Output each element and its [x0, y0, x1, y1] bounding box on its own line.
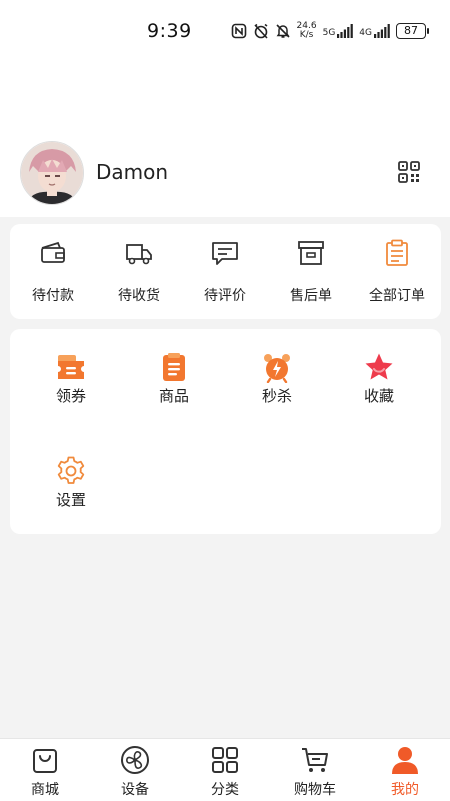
wallet-icon [41, 241, 65, 263]
qr-code-icon[interactable] [398, 161, 420, 183]
coupon-icon [58, 355, 84, 379]
tool-settings[interactable]: 设置 [21, 455, 121, 515]
tool-products[interactable]: 商品 [124, 351, 224, 411]
signal-4g: 4G [359, 24, 390, 38]
net-speed: 24.6 K/s [296, 21, 317, 40]
bottom-tab-bar: 商城 设备 分类 购物车 我的 [0, 738, 450, 801]
alarm-clock-icon [264, 354, 290, 383]
tab-label: 商城 [31, 782, 59, 798]
order-pending-review[interactable]: 待评价 [182, 238, 268, 310]
star-icon [365, 353, 393, 380]
tool-label: 设置 [55, 491, 86, 509]
truck-icon [126, 244, 152, 265]
tool-coupons[interactable]: 领券 [21, 351, 121, 411]
user-icon [392, 747, 418, 774]
clipboard-icon [386, 239, 408, 266]
cart-icon [302, 748, 328, 772]
order-label: 待付款 [32, 288, 74, 304]
status-bar: 9:39 24.6 K/s 5G 4G 87 [0, 0, 450, 64]
archive-box-icon [298, 241, 324, 265]
tab-mine[interactable]: 我的 [360, 745, 450, 801]
order-pending-payment[interactable]: 待付款 [10, 238, 96, 310]
tool-favorites[interactable]: 收藏 [329, 351, 429, 411]
order-all[interactable]: 全部订单 [354, 238, 440, 310]
shopping-bag-icon [33, 749, 57, 773]
tool-label: 收藏 [363, 387, 394, 405]
username[interactable]: Damon [96, 160, 168, 184]
tool-label: 秒杀 [261, 387, 292, 405]
signal-bars-icon [374, 24, 390, 38]
order-pending-receipt[interactable]: 待收货 [96, 238, 182, 310]
orders-card: 待付款 待收货 待评价 售后单 全部订单 [10, 224, 441, 319]
alarm-off-icon [253, 23, 268, 39]
comment-icon [212, 242, 238, 265]
order-label: 售后单 [290, 288, 332, 304]
fan-icon [121, 746, 149, 774]
tab-mall[interactable]: 商城 [0, 745, 90, 801]
services-card: 领券 商品 秒杀 收藏 设置 [10, 329, 441, 534]
avatar[interactable] [20, 141, 84, 205]
profile-header: Damon [20, 141, 430, 205]
tool-flash-sale[interactable]: 秒杀 [227, 351, 327, 411]
tab-categories[interactable]: 分类 [180, 745, 270, 801]
signal-bars-icon [337, 24, 354, 38]
order-label: 待评价 [204, 288, 246, 304]
nfc-icon [231, 23, 246, 39]
tab-label: 设备 [121, 782, 149, 798]
product-list-icon [163, 353, 185, 381]
tab-label: 购物车 [294, 782, 336, 798]
bell-off-icon [275, 24, 290, 38]
status-time: 9:39 [147, 20, 192, 42]
avatar-image [21, 142, 83, 204]
battery-indicator: 87 [396, 23, 429, 39]
order-after-sales[interactable]: 售后单 [268, 238, 354, 310]
order-label: 待收货 [118, 288, 160, 304]
gear-icon [57, 456, 85, 484]
tab-label: 我的 [391, 782, 419, 798]
order-label: 全部订单 [369, 288, 425, 304]
status-icons: 24.6 K/s 5G 4G 87 [231, 21, 429, 40]
tab-label: 分类 [211, 782, 239, 798]
tab-devices[interactable]: 设备 [90, 745, 180, 801]
tool-label: 商品 [158, 387, 189, 405]
tool-label: 领券 [55, 387, 86, 405]
signal-5g: 5G [323, 24, 354, 38]
header-area: 9:39 24.6 K/s 5G 4G 87 Damon [0, 0, 450, 217]
tab-cart[interactable]: 购物车 [270, 745, 360, 801]
grid-icon [212, 747, 238, 773]
